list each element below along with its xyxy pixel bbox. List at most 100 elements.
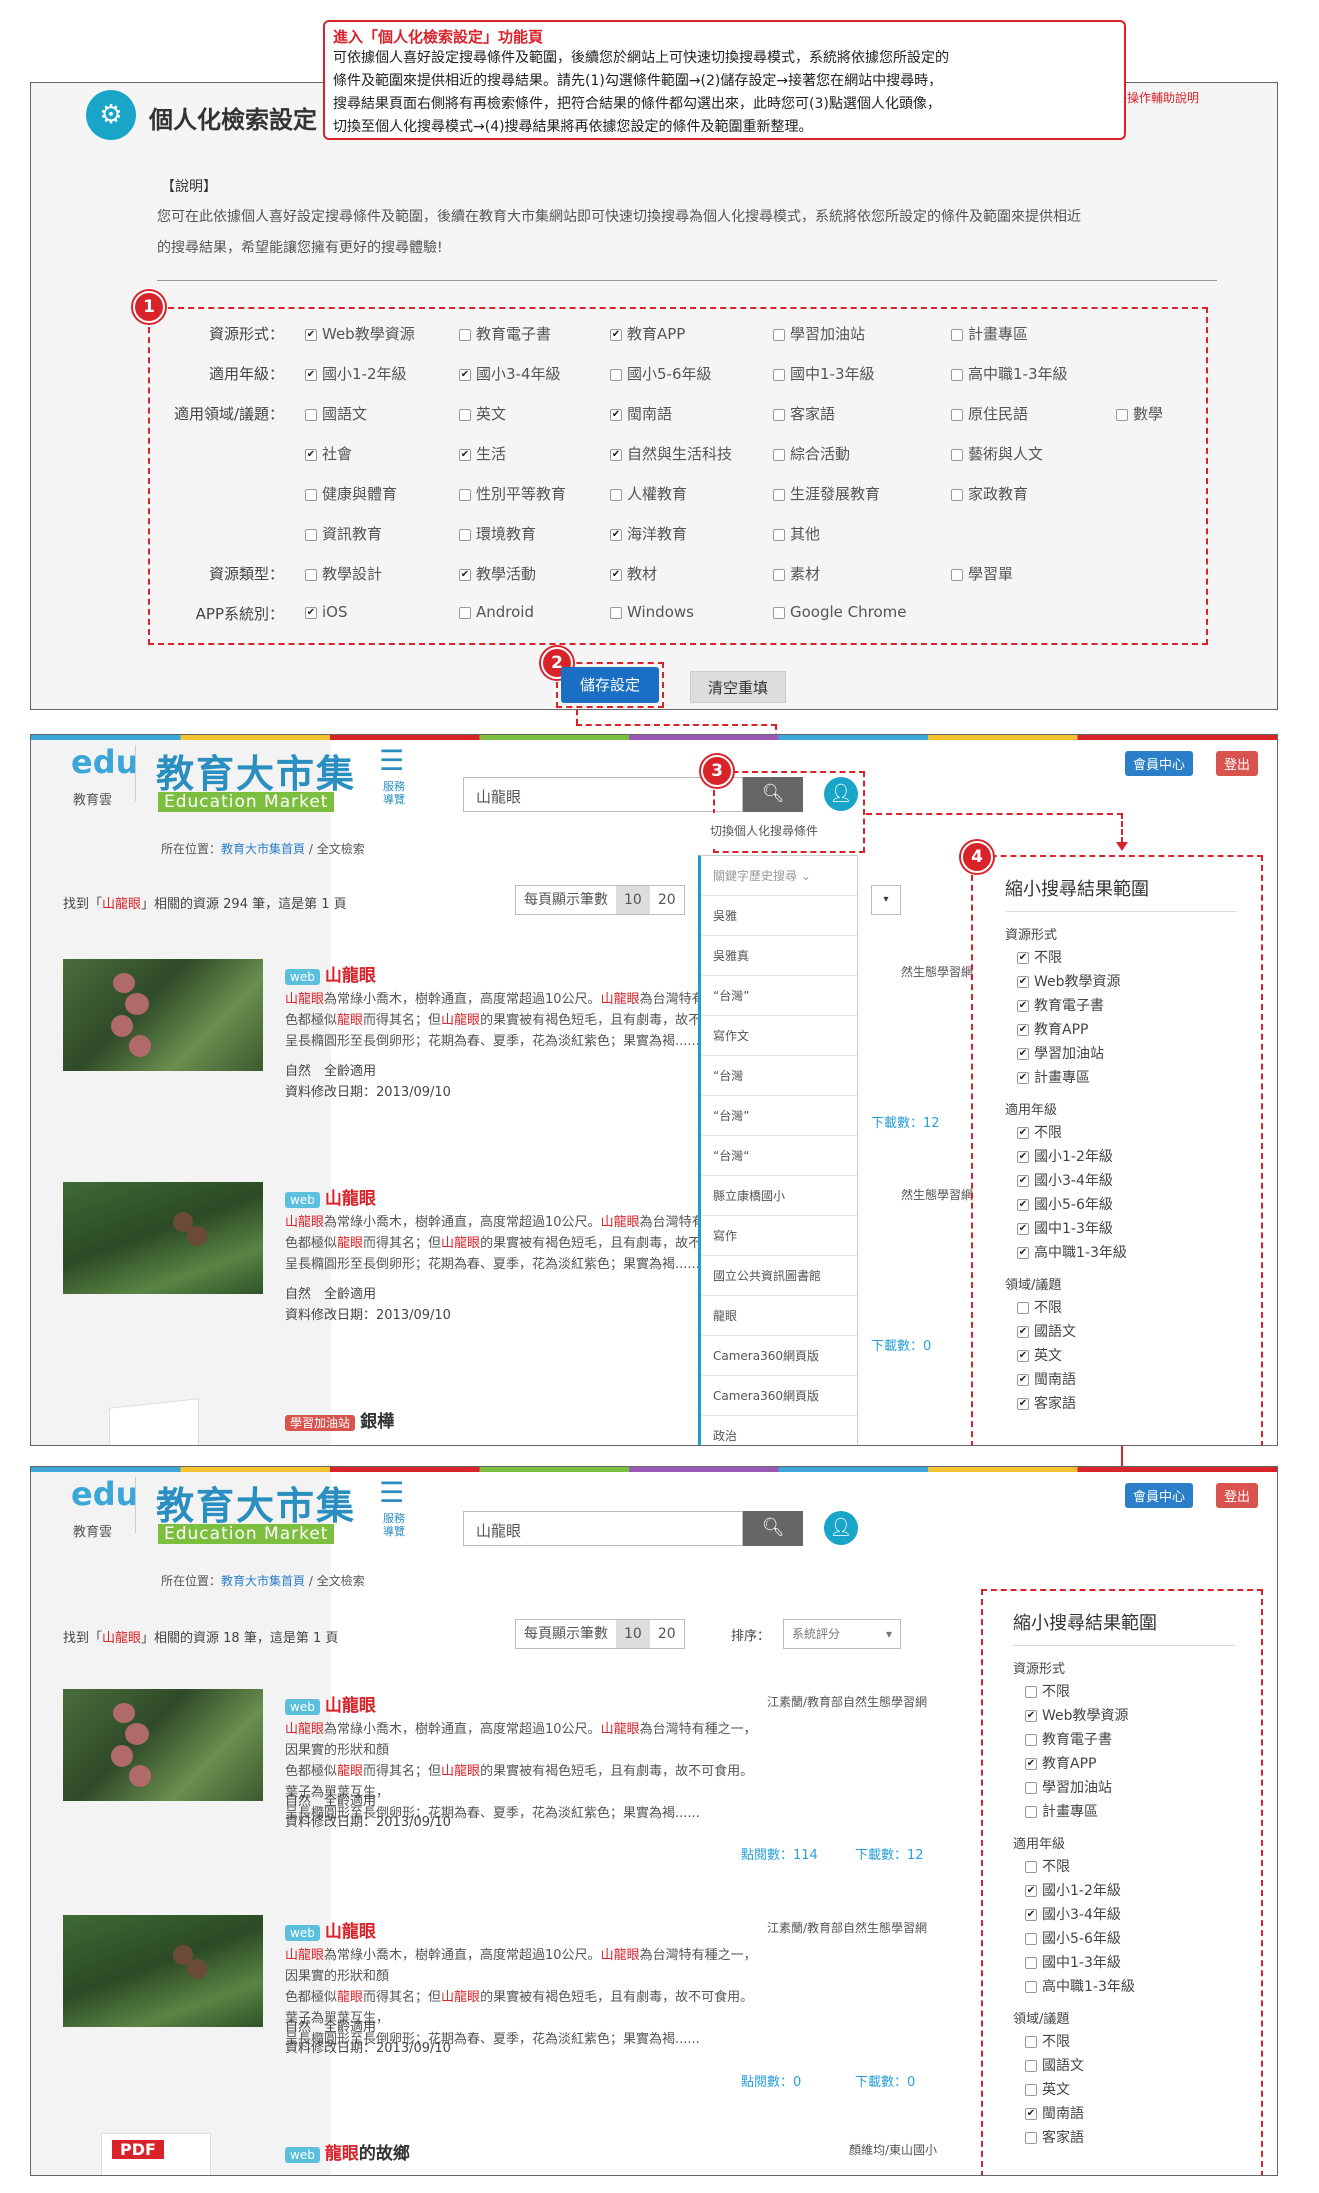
- checkbox-unchecked[interactable]: [1025, 1806, 1037, 1818]
- per-page-20[interactable]: 20: [650, 886, 684, 914]
- filter-option[interactable]: ✔ 國小3-4年級: [1025, 1904, 1235, 1924]
- help-link[interactable]: 操作輔助說明: [1127, 89, 1199, 106]
- search-input[interactable]: 山龍眼: [463, 777, 743, 812]
- checkbox-checked[interactable]: ✔: [305, 606, 317, 619]
- setting-option[interactable]: 教育電子書: [459, 323, 551, 344]
- checkbox-checked[interactable]: ✔: [610, 408, 622, 421]
- setting-option[interactable]: 國語文: [305, 403, 367, 424]
- checkbox-unchecked[interactable]: [459, 528, 471, 541]
- setting-option[interactable]: 生涯發展教育: [773, 483, 880, 504]
- checkbox-unchecked[interactable]: [1025, 1981, 1037, 1993]
- checkbox-checked[interactable]: ✔: [1017, 1326, 1029, 1338]
- setting-option[interactable]: Google Chrome: [773, 603, 907, 621]
- setting-option[interactable]: 學習單: [951, 563, 1013, 584]
- filter-option[interactable]: 國小5-6年級: [1025, 1928, 1235, 1948]
- menu-label[interactable]: 服務導覽: [383, 1512, 413, 1538]
- setting-option[interactable]: Windows: [610, 603, 694, 621]
- checkbox-unchecked[interactable]: [305, 528, 317, 541]
- checkbox-unchecked[interactable]: [1025, 2060, 1037, 2072]
- checkbox-unchecked[interactable]: [459, 488, 471, 501]
- switch-personal-search-item[interactable]: 切換個人化搜尋條件: [698, 813, 858, 849]
- checkbox-unchecked[interactable]: [773, 568, 785, 581]
- member-center-button[interactable]: 會員中心: [1125, 1483, 1194, 1508]
- checkbox-checked[interactable]: ✔: [1025, 1909, 1037, 1921]
- checkbox-unchecked[interactable]: [1116, 408, 1128, 421]
- filter-option[interactable]: ✔ 國小5-6年級: [1017, 1194, 1237, 1214]
- history-item[interactable]: 寫作: [701, 1216, 857, 1256]
- checkbox-checked[interactable]: ✔: [1025, 1710, 1037, 1722]
- checkbox-checked[interactable]: ✔: [1017, 1223, 1029, 1235]
- setting-option[interactable]: ✔ 社會: [305, 443, 352, 464]
- history-item[interactable]: 政治: [701, 1416, 857, 1445]
- filter-option[interactable]: 不限: [1025, 2031, 1235, 2051]
- history-item[interactable]: “台灣”: [701, 1096, 857, 1136]
- setting-option[interactable]: 國中1-3年級: [773, 363, 875, 384]
- history-item[interactable]: 吳雅: [701, 896, 857, 936]
- history-header[interactable]: 關鍵字歷史搜尋 ⌄: [701, 856, 857, 896]
- checkbox-unchecked[interactable]: [951, 328, 963, 341]
- menu-icon[interactable]: ☰: [379, 1479, 404, 1507]
- search-button[interactable]: 🔍︎: [743, 1511, 803, 1546]
- filter-option[interactable]: ✔ Web教學資源: [1025, 1705, 1235, 1725]
- logout-button[interactable]: 登出: [1216, 1483, 1259, 1508]
- checkbox-unchecked[interactable]: [1025, 1782, 1037, 1794]
- sort-select[interactable]: 系統評分 ▾: [783, 1619, 901, 1649]
- history-item[interactable]: Camera360網頁版: [701, 1376, 857, 1416]
- filter-option[interactable]: ✔ 國中1-3年級: [1017, 1218, 1237, 1238]
- filter-option[interactable]: ✔ 客家語: [1017, 1393, 1237, 1413]
- checkbox-unchecked[interactable]: [305, 568, 317, 581]
- result-title[interactable]: 山龍眼: [325, 1696, 376, 1716]
- checkbox-unchecked[interactable]: [951, 448, 963, 461]
- filter-option[interactable]: ✔ 閩南語: [1025, 2103, 1235, 2123]
- checkbox-unchecked[interactable]: [951, 488, 963, 501]
- checkbox-checked[interactable]: ✔: [1025, 1758, 1037, 1770]
- checkbox-checked[interactable]: ✔: [305, 328, 317, 341]
- checkbox-unchecked[interactable]: [1025, 1957, 1037, 1969]
- setting-option[interactable]: ✔ 海洋教育: [610, 523, 687, 544]
- filter-option[interactable]: 國中1-3年級: [1025, 1952, 1235, 1972]
- setting-option[interactable]: ✔ 國小3-4年級: [459, 363, 561, 384]
- checkbox-checked[interactable]: ✔: [610, 528, 622, 541]
- history-item[interactable]: 國立公共資訊圖書館: [701, 1256, 857, 1296]
- setting-option[interactable]: 教學設計: [305, 563, 382, 584]
- filter-option[interactable]: 高中職1-3年級: [1025, 1976, 1235, 1996]
- filter-option[interactable]: 學習加油站: [1025, 1777, 1235, 1797]
- filter-option[interactable]: 不限: [1025, 1681, 1235, 1701]
- filter-option[interactable]: ✔ 計畫專區: [1017, 1067, 1237, 1087]
- result-thumbnail[interactable]: [63, 1689, 263, 1801]
- sort-select-partial[interactable]: ▾: [871, 885, 901, 915]
- filter-option[interactable]: ✔ 閩南語: [1017, 1369, 1237, 1389]
- breadcrumb-home[interactable]: 教育大市集首頁: [221, 842, 305, 856]
- checkbox-unchecked[interactable]: [951, 368, 963, 381]
- filter-option[interactable]: ✔ 學習加油站: [1017, 1043, 1237, 1063]
- setting-option[interactable]: ✔ 自然與生活科技: [610, 443, 732, 464]
- setting-option[interactable]: 其他: [773, 523, 820, 544]
- personal-avatar-button[interactable]: 👤︎: [824, 1511, 858, 1545]
- checkbox-checked[interactable]: ✔: [610, 328, 622, 341]
- clear-button[interactable]: 清空重填: [690, 671, 786, 703]
- checkbox-checked[interactable]: ✔: [1017, 1350, 1029, 1362]
- setting-option[interactable]: ✔ iOS: [305, 603, 348, 621]
- result-title[interactable]: 銀樺: [360, 1412, 394, 1432]
- setting-option[interactable]: 計畫專區: [951, 323, 1028, 344]
- result-title[interactable]: 山龍眼: [325, 966, 376, 986]
- setting-option[interactable]: 國小5-6年級: [610, 363, 712, 384]
- setting-option[interactable]: 原住民語: [951, 403, 1028, 424]
- setting-option[interactable]: ✔ 生活: [459, 443, 506, 464]
- filter-option[interactable]: ✔ 國小1-2年級: [1025, 1880, 1235, 1900]
- setting-option[interactable]: 健康與體育: [305, 483, 397, 504]
- checkbox-checked[interactable]: ✔: [1017, 976, 1029, 988]
- checkbox-checked[interactable]: ✔: [1017, 1247, 1029, 1259]
- filter-option[interactable]: ✔ 高中職1-3年級: [1017, 1242, 1237, 1262]
- per-page-selector[interactable]: 每頁顯示筆數 10 20: [515, 885, 685, 915]
- history-item[interactable]: 龍眼: [701, 1296, 857, 1336]
- filter-option[interactable]: 計畫專區: [1025, 1801, 1235, 1821]
- search-input[interactable]: 山龍眼: [463, 1511, 743, 1546]
- checkbox-checked[interactable]: ✔: [610, 568, 622, 581]
- setting-option[interactable]: ✔ 教育APP: [610, 323, 685, 344]
- edu-logo[interactable]: edu: [71, 1475, 138, 1513]
- checkbox-unchecked[interactable]: [610, 488, 622, 501]
- setting-option[interactable]: ✔ Web教學資源: [305, 323, 415, 344]
- checkbox-checked[interactable]: ✔: [1017, 1151, 1029, 1163]
- breadcrumb-home[interactable]: 教育大市集首頁: [221, 1574, 305, 1588]
